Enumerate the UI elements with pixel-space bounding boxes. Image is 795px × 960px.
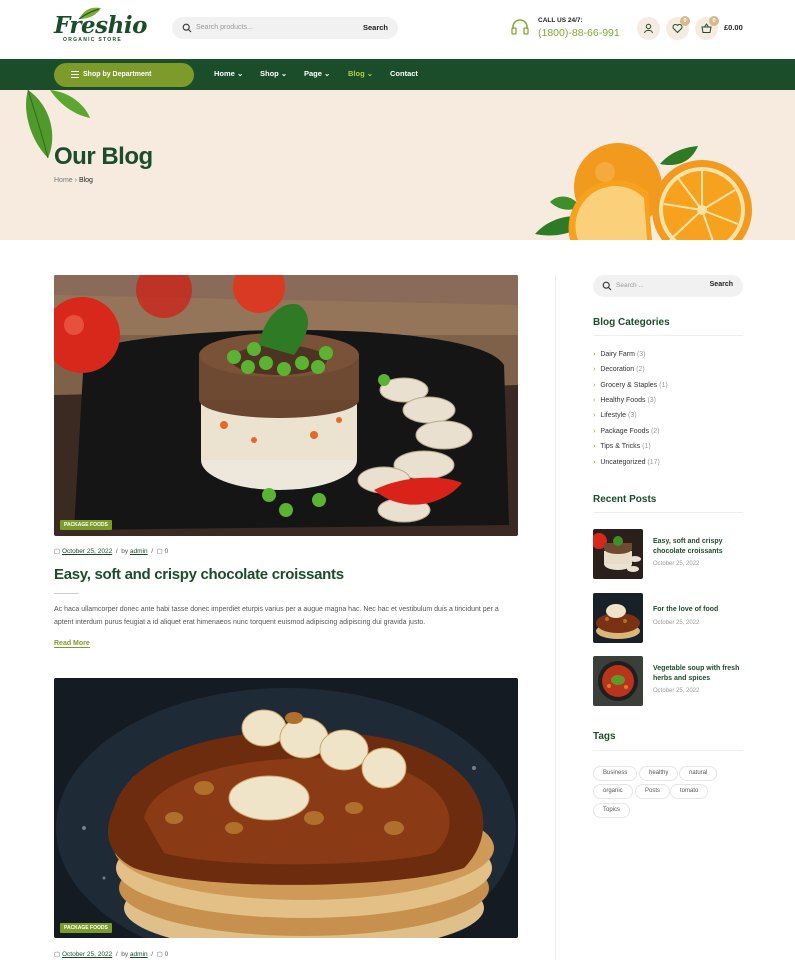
headset-icon xyxy=(511,19,529,35)
tag-pill[interactable]: Posts xyxy=(635,784,671,799)
post-author[interactable]: admin xyxy=(130,951,148,958)
category-item[interactable]: › Dairy Farm (3) xyxy=(593,351,645,363)
read-more-link[interactable]: Read More xyxy=(54,640,90,648)
nav-home[interactable]: Home ⌄ xyxy=(214,69,243,78)
recent-post-date: October 25, 2022 xyxy=(653,561,700,567)
wishlist-count-badge: 0 xyxy=(680,16,690,26)
chevron-down-icon: ⌄ xyxy=(324,69,331,78)
header-search-bar[interactable]: Search products... Search xyxy=(172,17,398,39)
post-date[interactable]: October 25, 2022 xyxy=(62,548,112,555)
tag-pill[interactable]: natural xyxy=(679,766,718,781)
category-item[interactable]: › Decoration (2) xyxy=(593,366,645,378)
by-label: by xyxy=(121,548,129,555)
menu-icon xyxy=(71,71,79,78)
nav-contact[interactable]: Contact xyxy=(390,69,418,78)
category-item[interactable]: › Lifestyle (3) xyxy=(593,412,637,424)
search-icon xyxy=(602,281,612,291)
category-item[interactable]: › Healthy Foods (3) xyxy=(593,397,656,409)
post-meta: ▢ October 25, 2022 / by admin / ▢ 0 xyxy=(54,548,169,555)
recent-post-title[interactable]: For the love of food xyxy=(653,605,748,615)
chevron-right-icon: › xyxy=(593,382,596,389)
post-comment-count[interactable]: 0 xyxy=(165,951,169,958)
tag-pill[interactable]: Topics xyxy=(593,803,631,818)
chevron-right-icon: › xyxy=(593,397,596,404)
breadcrumb-separator: › xyxy=(74,177,77,184)
recent-post-title[interactable]: Vegetable soup with fresh herbs and spic… xyxy=(653,664,748,684)
chevron-right-icon: › xyxy=(593,412,596,419)
post-category-badge[interactable]: PACKAGE FOODS xyxy=(60,923,112,933)
heading-divider xyxy=(593,750,743,751)
post-category-badge[interactable]: PACKAGE FOODS xyxy=(60,520,112,530)
site-logo[interactable]: Freshio xyxy=(54,12,147,39)
chevron-right-icon: › xyxy=(593,428,596,435)
tag-pill[interactable]: Business xyxy=(593,766,638,781)
recent-posts-heading: Recent Posts xyxy=(593,494,657,505)
tags-heading: Tags xyxy=(593,731,616,742)
department-label: Shop by Department xyxy=(83,71,152,78)
recent-post-title[interactable]: Easy, soft and crispy chocolate croissan… xyxy=(653,537,748,557)
oranges-image xyxy=(535,143,752,240)
category-item[interactable]: › Package Foods (2) xyxy=(593,428,660,440)
cart-total[interactable]: £0.00 xyxy=(724,23,743,32)
tag-pill[interactable]: organic xyxy=(593,784,633,799)
page-title: Our Blog xyxy=(54,143,153,170)
by-label: by xyxy=(121,951,129,958)
shop-by-department-button[interactable]: Shop by Department xyxy=(54,63,194,87)
post-image[interactable] xyxy=(54,678,518,938)
chevron-right-icon: › xyxy=(593,366,596,373)
sidebar-search-button[interactable]: Search xyxy=(710,281,733,288)
breadcrumb-current: Blog xyxy=(78,177,93,184)
chevron-right-icon: › xyxy=(593,351,596,358)
calendar-icon: ▢ xyxy=(54,951,61,958)
search-input[interactable]: Search products... xyxy=(196,24,253,31)
recent-post-thumbnail[interactable] xyxy=(593,593,643,643)
breadcrumb-home[interactable]: Home xyxy=(54,177,73,184)
recent-post-date: October 25, 2022 xyxy=(653,620,700,626)
search-icon xyxy=(182,23,192,33)
tag-pill[interactable]: healthy xyxy=(639,766,679,781)
post-author[interactable]: admin xyxy=(130,548,148,555)
chevron-down-icon: ⌄ xyxy=(280,69,288,78)
recent-post-thumbnail[interactable] xyxy=(593,529,643,579)
search-button[interactable]: Search xyxy=(363,23,388,32)
categories-heading: Blog Categories xyxy=(593,317,670,328)
post-title[interactable]: Easy, soft and crispy chocolate croissan… xyxy=(54,566,344,583)
call-number[interactable]: (1800)-88-66-991 xyxy=(538,27,620,39)
heading-divider xyxy=(593,335,743,336)
chevron-right-icon: › xyxy=(593,443,596,450)
comment-icon: ▢ xyxy=(156,951,163,958)
logo-tagline: ORGANIC STORE xyxy=(63,37,123,43)
post-image[interactable] xyxy=(54,275,518,536)
nav-shop[interactable]: Shop ⌄ xyxy=(260,69,287,78)
category-item[interactable]: › Grocery & Staples (1) xyxy=(593,382,668,394)
user-icon xyxy=(644,23,653,34)
chevron-right-icon: › xyxy=(593,459,596,466)
post-date[interactable]: October 25, 2022 xyxy=(62,951,112,958)
account-button[interactable] xyxy=(637,17,660,40)
post-comment-count[interactable]: 0 xyxy=(165,548,169,555)
cart-count-badge: 0 xyxy=(709,16,719,26)
calendar-icon: ▢ xyxy=(54,548,61,555)
post-excerpt: Ac haca ullamcorper donec ante habi tass… xyxy=(54,606,499,626)
comment-icon: ▢ xyxy=(156,548,163,555)
category-item[interactable]: › Uncategorized (17) xyxy=(593,459,660,471)
sidebar-search-input[interactable]: Search ... xyxy=(616,282,644,289)
recent-post-date: October 25, 2022 xyxy=(653,688,700,694)
category-item[interactable]: › Tips & Tricks (1) xyxy=(593,443,651,455)
title-divider xyxy=(54,593,79,594)
post-meta: ▢ October 25, 2022 / by admin / ▢ 0 xyxy=(54,951,169,958)
tag-pill[interactable]: tomato xyxy=(670,784,709,799)
nav-blog[interactable]: Blog ⌄ xyxy=(348,69,373,78)
call-label: CALL US 24/7: xyxy=(538,17,583,24)
breadcrumb: Home › Blog xyxy=(54,177,93,184)
sidebar-search-bar[interactable]: Search ... Search xyxy=(593,275,743,297)
recent-post-thumbnail[interactable] xyxy=(593,656,643,706)
nav-page[interactable]: Page ⌄ xyxy=(304,69,330,78)
column-divider xyxy=(555,275,556,960)
chevron-down-icon: ⌄ xyxy=(236,69,244,78)
heading-divider xyxy=(593,512,743,513)
chevron-down-icon: ⌄ xyxy=(366,69,374,78)
